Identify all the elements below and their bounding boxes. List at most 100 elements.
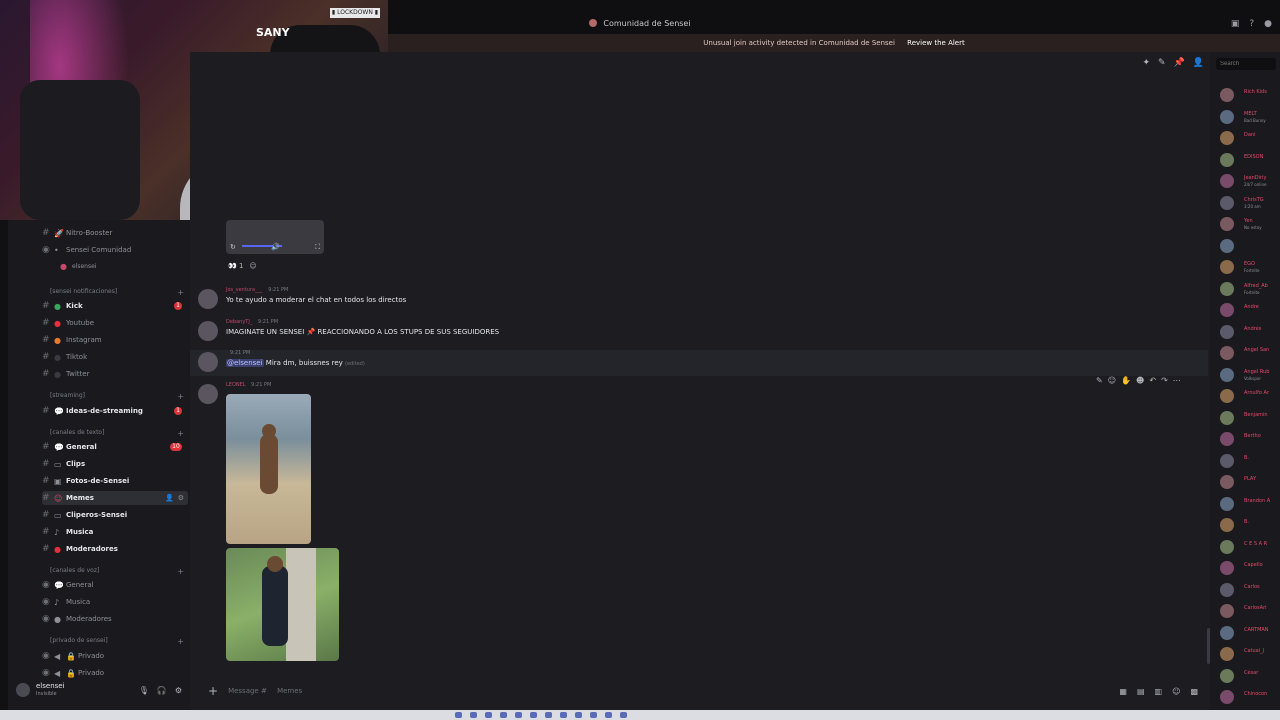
add-channel-icon[interactable]: +: [177, 429, 184, 438]
replay-icon[interactable]: ↻: [230, 243, 236, 252]
sidebar-item-memes[interactable]: # ☺ Memes 👤 ⚙: [42, 491, 188, 505]
member-item[interactable]: JeanDirly 24/7 online: [1220, 172, 1280, 190]
headphones-icon[interactable]: 🎧: [157, 686, 167, 695]
invite-icon[interactable]: 👤: [165, 494, 174, 502]
volume-icon[interactable]: 🔊: [271, 243, 280, 252]
app-icon[interactable]: [545, 712, 552, 718]
sidebar-item-twitter[interactable]: # ● Twitter: [42, 367, 188, 381]
sidebar-item-kick[interactable]: # ● Kick 1: [42, 299, 188, 313]
member-item[interactable]: B.: [1220, 452, 1280, 470]
add-channel-icon[interactable]: +: [177, 567, 184, 576]
member-item[interactable]: [1220, 237, 1280, 255]
notification-bell-icon[interactable]: ✎: [1158, 58, 1166, 68]
member-item[interactable]: EDISON: [1220, 151, 1280, 169]
member-item[interactable]: Bertho: [1220, 430, 1280, 448]
sidebar-item-fotos-de-sensei[interactable]: # ▣ Fotos-de-Sensei: [42, 474, 188, 488]
more-icon[interactable]: ⋯: [1173, 376, 1181, 385]
wave-icon[interactable]: ✋: [1121, 376, 1131, 385]
image-attachment-tree[interactable]: [226, 548, 339, 661]
member-item[interactable]: César: [1220, 667, 1280, 685]
reaction-eyes[interactable]: 👀 1: [228, 262, 243, 270]
gift-icon[interactable]: ▦: [1119, 687, 1127, 696]
reply-icon[interactable]: ↶: [1149, 376, 1156, 385]
avatar[interactable]: [198, 289, 218, 309]
emoji-icon[interactable]: ☺: [1172, 687, 1180, 696]
app-icon[interactable]: [620, 712, 627, 718]
settings-icon[interactable]: ●: [1264, 19, 1272, 29]
pin-icon[interactable]: 📌: [1174, 58, 1185, 68]
sidebar-item-musica[interactable]: # ♪ Musica: [42, 525, 188, 539]
member-item[interactable]: Brandon A: [1220, 495, 1280, 513]
author-name[interactable]: DebanyTJ_: [226, 319, 252, 325]
gif-icon[interactable]: ▤: [1137, 687, 1145, 696]
app-icon[interactable]: [590, 712, 597, 718]
search-icon[interactable]: [470, 712, 477, 718]
emoji-icon[interactable]: ☺: [1108, 376, 1116, 385]
app-icon[interactable]: [485, 712, 492, 718]
add-channel-icon[interactable]: +: [177, 288, 184, 297]
add-channel-icon[interactable]: +: [177, 392, 184, 401]
gear-icon[interactable]: ⚙: [175, 686, 182, 695]
app-icon[interactable]: [605, 712, 612, 718]
member-item[interactable]: CarlosAri: [1220, 602, 1280, 620]
voice-user-elsensei[interactable]: ● elsensei: [60, 259, 180, 273]
app-icon[interactable]: [515, 712, 522, 718]
member-item[interactable]: Benjamin: [1220, 409, 1280, 427]
category-streaming[interactable]: [streaming] +: [50, 392, 184, 401]
member-item[interactable]: Catual_J: [1220, 645, 1280, 663]
category-canales-de-voz[interactable]: [canales de voz] +: [50, 567, 184, 576]
member-item[interactable]: MELT Bad Bunny: [1220, 108, 1280, 126]
member-item[interactable]: Andrés: [1220, 323, 1280, 341]
app-icon[interactable]: [500, 712, 507, 718]
sidebar-item-tiktok[interactable]: # ● Tiktok: [42, 350, 188, 364]
member-item[interactable]: C E S A R: [1220, 538, 1280, 556]
attach-plus-icon[interactable]: +: [208, 684, 218, 698]
threads-icon[interactable]: ✦: [1142, 58, 1150, 68]
voice-channel-privado-1[interactable]: ◉ ◀ 🔒 Privado: [42, 649, 188, 663]
member-item[interactable]: Chinocon: [1220, 688, 1280, 706]
search-input[interactable]: [1216, 58, 1276, 70]
voice-channel-musica[interactable]: ◉ ♪ Musica: [42, 595, 188, 609]
video-attachment[interactable]: ↻ 🔊 ⛶: [226, 220, 324, 254]
start-icon[interactable]: [455, 712, 462, 718]
member-item[interactable]: Capello: [1220, 559, 1280, 577]
author-name[interactable]: Jos_ventura___: [226, 287, 263, 293]
sidebar-item-instagram[interactable]: # ● Instagram: [42, 333, 188, 347]
app-icon[interactable]: [560, 712, 567, 718]
avatar[interactable]: [198, 321, 218, 341]
user-info[interactable]: elsensei Invisible: [36, 682, 65, 698]
sidebar-item-moderadores[interactable]: # ● Moderadores: [42, 542, 188, 556]
member-item[interactable]: CARTMAN: [1220, 624, 1280, 642]
mic-icon[interactable]: 🎙: [139, 686, 149, 695]
members-icon[interactable]: 👤: [1193, 58, 1204, 68]
sidebar-item-cliperos-sensei[interactable]: # ▭ Cliperos-Sensei: [42, 508, 188, 522]
help-icon[interactable]: ?: [1249, 19, 1254, 29]
apps-icon[interactable]: ▩: [1190, 687, 1198, 696]
message-input[interactable]: Message # Memes: [228, 687, 1119, 695]
voice-channel-moderadores[interactable]: ◉ ● Moderadores: [42, 612, 188, 626]
category-canales-de-texto[interactable]: [canales de texto] +: [50, 429, 184, 438]
sidebar-item-clips[interactable]: # ▭ Clips: [42, 457, 188, 471]
member-item[interactable]: Angel Rub Volkspor: [1220, 366, 1280, 384]
inbox-icon[interactable]: ▣: [1231, 19, 1240, 29]
author-name[interactable]: LEONEL: [226, 382, 246, 388]
member-item[interactable]: Andre: [1220, 301, 1280, 319]
sidebar-item-sensei-comunidad[interactable]: ◉ • Sensei Comunidad: [42, 243, 188, 257]
image-attachment-beach[interactable]: [226, 394, 311, 544]
add-reaction-icon[interactable]: ☺: [249, 262, 256, 270]
forward-icon[interactable]: ↷: [1161, 376, 1168, 385]
fullscreen-icon[interactable]: ⛶: [315, 243, 320, 252]
add-channel-icon[interactable]: +: [177, 637, 184, 646]
member-item[interactable]: PLAY: [1220, 473, 1280, 491]
sidebar-item-youtube[interactable]: # ● Youtube: [42, 316, 188, 330]
voice-channel-general[interactable]: ◉ 💬 General: [42, 578, 188, 592]
member-item[interactable]: Rich Kids: [1220, 86, 1280, 104]
edit-icon[interactable]: ✎: [1096, 376, 1103, 385]
avatar[interactable]: [198, 384, 218, 404]
member-item[interactable]: ChrisTG 3:20 am: [1220, 194, 1280, 212]
review-alert-link[interactable]: Review the Alert: [907, 39, 965, 47]
member-item[interactable]: Arnulfo Ar: [1220, 387, 1280, 405]
app-icon[interactable]: [530, 712, 537, 718]
category-notificaciones[interactable]: [sensei notificaciones] +: [50, 288, 184, 297]
member-item[interactable]: B.: [1220, 516, 1280, 534]
